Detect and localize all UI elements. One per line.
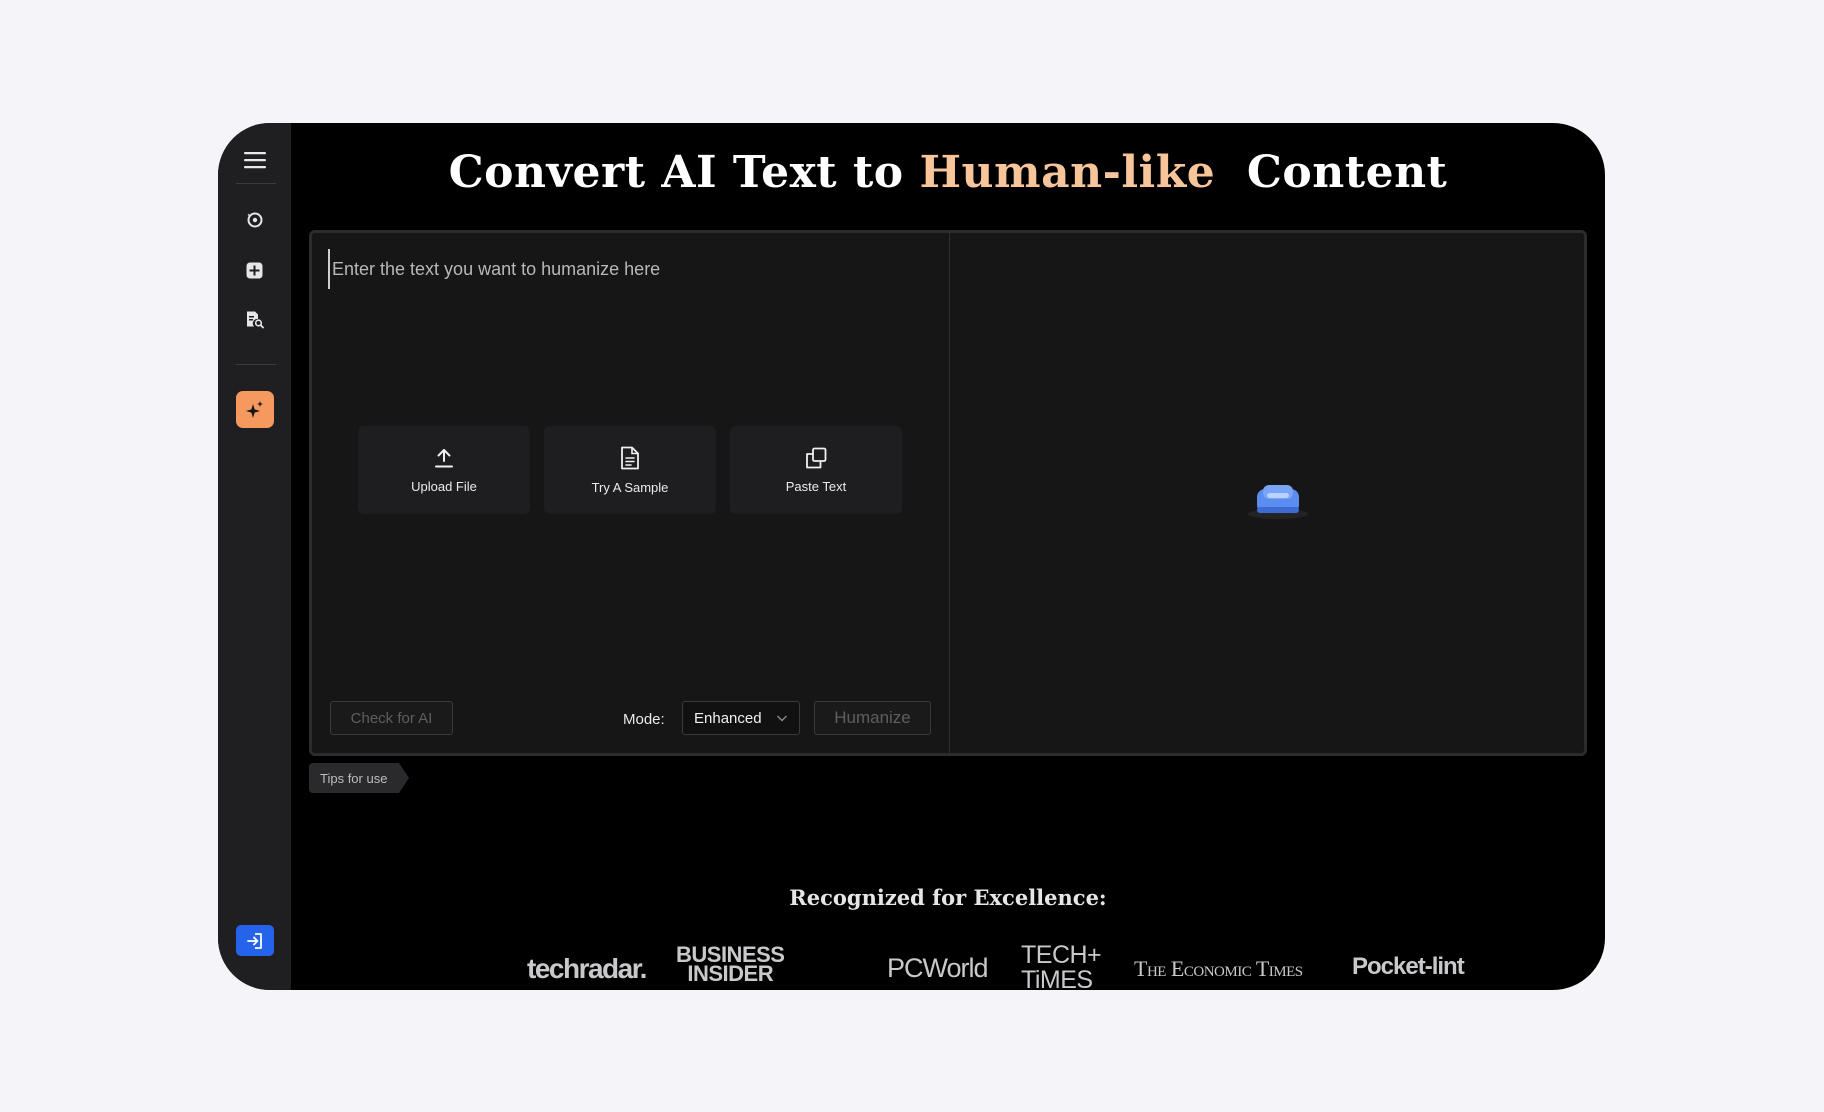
copy-icon — [806, 447, 827, 468]
document-search-icon — [246, 311, 264, 329]
menu-button[interactable] — [238, 143, 272, 177]
tips-for-use-tab[interactable]: Tips for use — [309, 763, 409, 793]
tech-times-logo: TECH+ TiMES — [1021, 941, 1102, 991]
login-button[interactable] — [235, 925, 274, 956]
pcworld-logo: PCWorld — [887, 953, 989, 983]
try-sample-label: Try A Sample — [591, 479, 669, 495]
input-pane: Upload File Try A Sample — [312, 233, 950, 753]
title-prefix: Convert AI Text to — [448, 147, 904, 198]
add-icon — [246, 262, 263, 278]
app-window: Convert AI Text to Human-like Content Up… — [218, 123, 1605, 990]
tech-times-line2: TiMES — [1021, 966, 1093, 991]
pocket-lint-logo: Pocket-lint — [1352, 953, 1465, 980]
humanizer-button[interactable] — [235, 391, 274, 428]
login-icon — [246, 932, 262, 949]
upload-file-label: Upload File — [411, 478, 477, 494]
sparkle-icon — [245, 400, 263, 418]
history-icon — [247, 212, 262, 228]
business-insider-line2: INSIDER — [687, 961, 774, 986]
main-content: Convert AI Text to Human-like Content Up… — [291, 123, 1605, 990]
humanize-button[interactable]: Humanize — [814, 701, 931, 735]
press-logos: techradar. BUSINESS INSIDER PCWorld TECH… — [291, 941, 1605, 991]
action-cards: Upload File Try A Sample Paste Text — [358, 426, 902, 514]
upload-icon — [435, 448, 453, 467]
mode-label: Mode: — [623, 711, 665, 728]
mode-value: Enhanced — [694, 709, 762, 727]
new-document-button[interactable] — [240, 255, 270, 285]
mascot-icon — [1248, 485, 1308, 519]
document-icon — [621, 446, 639, 469]
sidebar-divider — [236, 364, 276, 365]
mode-select[interactable]: Enhanced — [682, 701, 800, 735]
output-pane — [950, 233, 1584, 753]
check-for-ai-button[interactable]: Check for AI — [330, 701, 453, 735]
economic-times-logo: The Economic Times — [1134, 956, 1303, 981]
upload-file-button[interactable]: Upload File — [358, 426, 530, 514]
ai-detector-button[interactable] — [240, 305, 270, 335]
menu-icon — [243, 152, 266, 169]
title-accent: Human-like — [919, 147, 1216, 198]
chevron-down-icon — [777, 715, 787, 722]
sidebar-divider — [236, 183, 276, 184]
page-title: Convert AI Text to Human-like Content — [291, 147, 1605, 198]
business-insider-logo: BUSINESS INSIDER — [676, 944, 785, 986]
humanize-text-input[interactable] — [328, 249, 933, 289]
history-button[interactable] — [240, 205, 270, 235]
try-sample-button[interactable]: Try A Sample — [544, 426, 716, 514]
paste-text-button[interactable]: Paste Text — [730, 426, 902, 514]
sidebar — [218, 123, 291, 990]
tech-times-line1: TECH+ — [1021, 941, 1102, 969]
title-suffix: Content — [1246, 147, 1448, 198]
recognized-heading: Recognized for Excellence: — [789, 885, 1107, 910]
paste-text-label: Paste Text — [785, 478, 847, 494]
editor-panel: Upload File Try A Sample — [309, 230, 1587, 756]
techradar-logo: techradar. — [527, 953, 647, 984]
